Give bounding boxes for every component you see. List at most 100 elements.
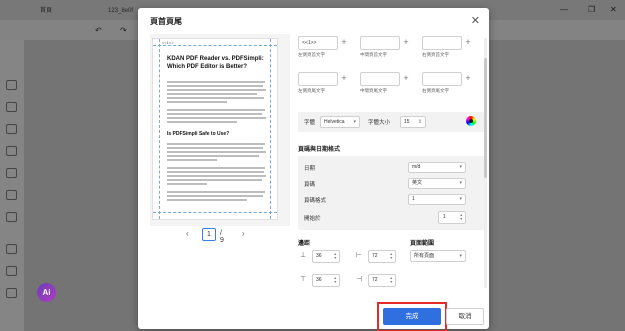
stepper-arrows-icon[interactable]: ⇕ bbox=[418, 117, 422, 127]
next-page-icon[interactable]: › bbox=[242, 229, 245, 238]
preview-doc-heading: Is PDFSimpli Safe to Use? bbox=[167, 131, 230, 137]
left-margin-input[interactable]: 72 ▲ ▼ bbox=[368, 250, 396, 263]
left-guide bbox=[159, 39, 160, 219]
stepper-arrows-icon[interactable]: ▲ ▼ bbox=[390, 276, 393, 284]
panel-scrollbar[interactable] bbox=[484, 38, 487, 288]
bottom-margin-value: 36 bbox=[316, 277, 322, 283]
right-header-input[interactable] bbox=[422, 36, 462, 50]
text-line bbox=[167, 159, 217, 161]
text-line bbox=[167, 151, 266, 153]
page-range-value: 所有頁面 bbox=[414, 253, 435, 259]
right-footer-input[interactable] bbox=[422, 72, 462, 86]
text-line bbox=[167, 191, 265, 193]
page-number-style-value: 英文 bbox=[412, 180, 423, 186]
close-icon[interactable]: ✕ bbox=[471, 14, 480, 27]
page-format-select[interactable]: 1 ▾ bbox=[408, 194, 466, 205]
chevron-down-icon: ▾ bbox=[459, 253, 462, 259]
right-margin-value: 72 bbox=[372, 277, 378, 283]
date-format-value: m/d bbox=[412, 164, 421, 170]
add-macro-icon[interactable]: + bbox=[340, 36, 348, 50]
top-margin-icon: ⊥ bbox=[300, 252, 307, 259]
text-line bbox=[167, 167, 265, 169]
top-margin-input[interactable]: 36 ▲ ▼ bbox=[312, 250, 340, 263]
page-preview: <<1>> KDAN PDF Reader vs. PDFSimpli: Whi… bbox=[150, 34, 290, 226]
margins-section-title: 邊距 bbox=[298, 241, 311, 247]
font-family-value: Helvetica bbox=[324, 119, 345, 125]
page-range-select[interactable]: 所有頁面 ▾ bbox=[410, 250, 466, 262]
add-macro-icon[interactable]: + bbox=[464, 72, 472, 86]
left-header-label: 左側頁首文字 bbox=[298, 52, 325, 57]
color-picker-icon[interactable] bbox=[466, 116, 476, 126]
font-size-stepper[interactable]: 15 ⇕ bbox=[400, 116, 426, 128]
text-line bbox=[167, 93, 257, 95]
text-line bbox=[167, 121, 237, 123]
date-format-select[interactable]: m/d ▾ bbox=[408, 162, 466, 173]
center-header-input[interactable] bbox=[360, 36, 400, 50]
text-line bbox=[167, 113, 262, 115]
text-line bbox=[167, 199, 247, 201]
left-header-input[interactable]: <<1>> bbox=[298, 36, 338, 50]
text-line bbox=[167, 179, 262, 181]
footer-guide bbox=[153, 212, 277, 213]
start-at-stepper[interactable]: 1 ▲ ▼ bbox=[438, 211, 466, 224]
left-margin-icon: ⊢ bbox=[356, 252, 363, 259]
date-label: 日期 bbox=[304, 166, 316, 172]
font-size-value: 15 bbox=[404, 119, 410, 125]
center-footer-label: 中間頁尾文字 bbox=[360, 88, 387, 93]
chevron-down-icon: ▾ bbox=[459, 196, 462, 202]
right-margin-input[interactable]: 72 ▲ ▼ bbox=[368, 274, 396, 287]
prev-page-icon[interactable]: ‹ bbox=[186, 229, 189, 238]
text-line bbox=[167, 89, 266, 91]
page-format-label: 頁碼格式 bbox=[304, 198, 327, 204]
text-line bbox=[167, 171, 264, 173]
stepper-arrows-icon[interactable]: ▲ ▼ bbox=[334, 252, 337, 260]
text-line bbox=[167, 143, 265, 145]
bottom-margin-input[interactable]: 36 ▲ ▼ bbox=[312, 274, 340, 287]
stepper-arrows-icon[interactable]: ▲ ▼ bbox=[460, 213, 463, 221]
page-range-title: 頁面範圍 bbox=[410, 241, 435, 247]
header-footer-dialog: 頁首頁尾 ✕ <<1>> KDAN PDF Reader vs. PDFSimp… bbox=[138, 8, 489, 331]
add-macro-icon[interactable]: + bbox=[340, 72, 348, 86]
text-line bbox=[167, 109, 265, 111]
start-at-value: 1 bbox=[443, 214, 446, 220]
text-line bbox=[167, 175, 266, 177]
add-macro-icon[interactable]: + bbox=[402, 72, 410, 86]
format-section-title: 頁碼與日期格式 bbox=[298, 147, 341, 153]
text-line bbox=[167, 101, 227, 103]
cancel-button[interactable]: 取消 bbox=[446, 308, 484, 325]
dialog-title: 頁首頁尾 bbox=[150, 17, 182, 26]
page-number-input[interactable]: 1 bbox=[202, 228, 216, 241]
start-at-label: 開始於 bbox=[304, 216, 321, 222]
font-family-select[interactable]: Helvetica ▾ bbox=[320, 116, 360, 128]
page-format-value: 1 bbox=[412, 196, 415, 202]
page-number-style-select[interactable]: 英文 ▾ bbox=[408, 178, 466, 189]
format-settings: 日期 m/d ▾ 頁碼 英文 ▾ 頁碼格式 1 ▾ 開始於 1 ▲ ▼ bbox=[298, 156, 484, 230]
left-margin-value: 72 bbox=[372, 253, 378, 259]
preview-doc-title: KDAN PDF Reader vs. PDFSimpli: Which PDF… bbox=[167, 56, 264, 70]
text-line bbox=[167, 81, 265, 83]
chevron-down-icon: ▾ bbox=[459, 164, 462, 170]
text-line bbox=[167, 183, 207, 185]
text-line bbox=[167, 97, 264, 99]
chevron-down-icon: ▾ bbox=[459, 180, 462, 186]
left-footer-input[interactable] bbox=[298, 72, 338, 86]
text-line bbox=[167, 85, 263, 87]
done-button[interactable]: 完成 bbox=[383, 308, 441, 325]
add-macro-icon[interactable]: + bbox=[402, 36, 410, 50]
left-footer-label: 左側頁尾文字 bbox=[298, 88, 325, 93]
text-line bbox=[167, 117, 266, 119]
stepper-arrows-icon[interactable]: ▲ ▼ bbox=[390, 252, 393, 260]
add-macro-icon[interactable]: + bbox=[464, 36, 472, 50]
total-pages: / 9 bbox=[220, 230, 224, 244]
scrollbar-thumb[interactable] bbox=[484, 58, 487, 178]
center-footer-input[interactable] bbox=[360, 72, 400, 86]
ai-assistant-button[interactable]: Ai bbox=[37, 283, 56, 302]
right-margin-icon: ⊣ bbox=[356, 276, 363, 283]
bottom-margin-icon: ⊤ bbox=[300, 276, 307, 283]
stepper-arrows-icon[interactable]: ▲ ▼ bbox=[334, 276, 337, 284]
font-settings-row: 字體 Helvetica ▾ 字體大小 15 ⇕ bbox=[298, 112, 484, 132]
text-line bbox=[167, 147, 263, 149]
header-preview-text: <<1>> bbox=[162, 40, 174, 45]
header-guide bbox=[153, 45, 277, 46]
preview-page: <<1>> KDAN PDF Reader vs. PDFSimpli: Whi… bbox=[152, 38, 278, 220]
